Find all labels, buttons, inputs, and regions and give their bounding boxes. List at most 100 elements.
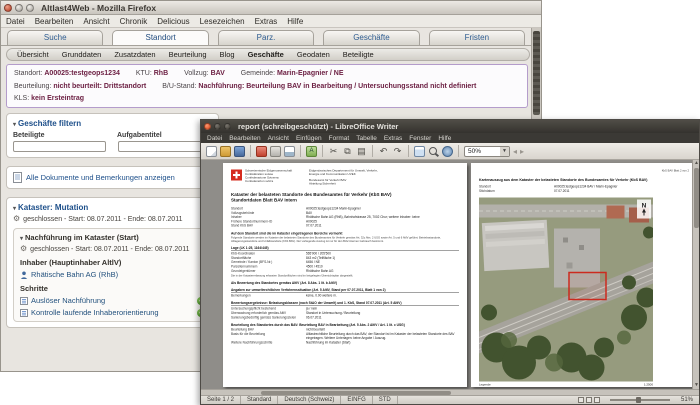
menu-datei[interactable]: Datei	[6, 17, 25, 26]
maximize-button[interactable]	[26, 3, 34, 12]
info-label: Vollzug:	[184, 70, 209, 77]
writer-toolbar: A ✂ ⧉ ▤ ↶ ↷ 50% ▼ ◂ ▸	[201, 143, 699, 160]
scrollbar-thumb[interactable]	[694, 168, 699, 228]
subtab-geodaten[interactable]: Geodaten	[297, 50, 330, 59]
kataster-title[interactable]: ▾ Kataster: Mutation	[13, 203, 212, 212]
forward-arrow-icon[interactable]: ▸	[520, 147, 524, 156]
menu-tabelle[interactable]: Tabelle	[356, 135, 377, 142]
subtab-grunddaten[interactable]: Grunddaten	[62, 50, 102, 59]
subtab-beteiligte[interactable]: Beteiligte	[343, 50, 374, 59]
close-button[interactable]	[204, 123, 211, 130]
menu-hilfe[interactable]: Hilfe	[438, 135, 451, 142]
map-scale: 1:2500	[643, 383, 653, 387]
tab-divider	[1, 45, 541, 46]
undo-icon[interactable]: ↶	[378, 146, 389, 157]
spellcheck-icon[interactable]: A	[306, 145, 317, 157]
zoom-combo[interactable]: 50% ▼	[464, 145, 510, 157]
open-icon[interactable]	[220, 145, 231, 157]
schritte-label: Schritte	[20, 284, 48, 293]
menu-format[interactable]: Format	[329, 135, 350, 142]
menu-ansicht[interactable]: Ansicht	[268, 135, 289, 142]
inhaber-link[interactable]: Rhätische Bahn AG (RhB)	[31, 270, 118, 279]
maximize-button[interactable]	[224, 123, 231, 130]
export-pdf-icon[interactable]	[256, 145, 267, 157]
step-link[interactable]: Auslöser Nachführung	[31, 296, 105, 305]
subtab-blog[interactable]: Blog	[220, 50, 235, 59]
single-page-view-icon[interactable]	[577, 397, 584, 403]
back-arrow-icon[interactable]: ◂	[513, 147, 517, 156]
menu-datei[interactable]: Datei	[207, 135, 222, 142]
filter-box-title[interactable]: ▾ Geschäfte filtern	[13, 119, 212, 128]
aufgabentitel-input[interactable]	[118, 141, 211, 152]
info-value: nicht beurteilt: Drittstandort	[53, 82, 147, 90]
nachfuehrung-title[interactable]: ▾ Nachführung im Kataster (Start)	[20, 233, 205, 242]
paste-icon[interactable]: ▤	[356, 146, 367, 157]
all-documents-link[interactable]: Alle Dokumente und Bemerkungen anzeigen	[26, 173, 175, 182]
subtab-geschaefte[interactable]: Geschäfte	[248, 50, 284, 59]
firefox-titlebar[interactable]: Altlast4Web - Mozilla Firefox	[1, 1, 541, 15]
document-page-2: KbS BAV Blatt 2 von 2 Kartenauszug aus d…	[471, 163, 697, 387]
tab-suche[interactable]: Suche	[7, 30, 104, 45]
print-icon[interactable]	[270, 145, 281, 157]
doc-row: Stand KbS BAV 07.07.2011	[231, 224, 322, 228]
status-selection-mode[interactable]: STD	[373, 396, 398, 404]
left-panel: ▾ Geschäfte filtern Beteiligte Aufgabenti…	[6, 113, 219, 336]
menu-ansicht[interactable]: Ansicht	[83, 17, 109, 26]
doc-section-heading: Auf dem Standort sind die im Kataster ei…	[231, 231, 343, 236]
info-line-2: Beurteilung: nicht beurteilt: Drittstand…	[14, 81, 520, 94]
vertical-scrollbar[interactable]: ▲ ▼	[692, 160, 699, 389]
step-row: Auslöser Nachführung ✓	[20, 296, 205, 305]
navigator-icon[interactable]	[442, 145, 453, 157]
minimize-button[interactable]	[15, 3, 23, 12]
scroll-down-icon[interactable]: ▼	[693, 382, 700, 389]
menu-chronik[interactable]: Chronik	[120, 17, 148, 26]
tab-parzellen[interactable]: Parz.	[217, 30, 315, 45]
doc-paragraph: Die in der Katastererfassung erfassten S…	[231, 274, 354, 278]
menu-hilfe[interactable]: Hilfe	[287, 17, 303, 26]
find-icon[interactable]	[428, 146, 439, 157]
tab-fristen[interactable]: Fristen	[428, 30, 526, 45]
page-preview-icon[interactable]	[284, 145, 295, 157]
scroll-up-icon[interactable]: ▲	[693, 160, 700, 167]
menu-bearbeiten[interactable]: Bearbeiten	[229, 135, 260, 142]
minimize-button[interactable]	[214, 123, 221, 130]
subtab-uebersicht[interactable]: Übersicht	[17, 50, 49, 59]
redo-icon[interactable]: ↷	[392, 146, 403, 157]
writer-titlebar[interactable]: report (schreibgeschützt) - LibreOffice …	[201, 120, 699, 133]
gear-icon: ⚙	[13, 214, 21, 223]
beteiligte-input[interactable]	[13, 141, 106, 152]
book-view-icon[interactable]	[593, 397, 600, 403]
save-icon[interactable]	[234, 145, 245, 157]
status-language[interactable]: Deutsch (Schweiz)	[278, 396, 342, 404]
menu-delicious[interactable]: Delicious	[157, 17, 189, 26]
menu-extras[interactable]: Extras	[255, 17, 278, 26]
status-insert-mode[interactable]: EINFG	[341, 396, 373, 404]
insert-table-icon[interactable]	[414, 145, 425, 157]
doc-section-heading: Angaben zur umweltrechtlichen Verfahrens…	[231, 288, 459, 293]
tab-geschaefte[interactable]: Geschäfte	[323, 30, 420, 45]
step-link[interactable]: Kontrolle laufende Inhaberorientierung	[31, 308, 159, 317]
info-value: Nachführung: Beurteilung BAV in Bearbeit…	[198, 82, 477, 90]
menu-bearbeiten[interactable]: Bearbeiten	[35, 17, 74, 26]
copy-icon[interactable]: ⧉	[342, 146, 353, 157]
cut-icon[interactable]: ✂	[328, 146, 339, 157]
doc-row: Basis für die Beurteilung Altlastrechtlic…	[231, 332, 455, 341]
status-pagestyle[interactable]: Standard	[241, 396, 279, 404]
scrollbar-thumb[interactable]	[533, 31, 540, 115]
subtab-zusatzdaten[interactable]: Zusatzdaten	[114, 50, 155, 59]
subtab-beurteilung[interactable]: Beurteilung	[169, 50, 207, 59]
menu-extras[interactable]: Extras	[384, 135, 402, 142]
zoom-slider[interactable]	[609, 397, 670, 403]
menu-fenster[interactable]: Fenster	[409, 135, 431, 142]
tab-standort[interactable]: Standort	[112, 30, 209, 45]
multi-page-view-icon[interactable]	[585, 397, 592, 403]
status-zoom[interactable]: 51%	[675, 396, 699, 404]
zoom-value: 50%	[468, 147, 482, 155]
department-line: Abteilung Sicherheit	[309, 182, 336, 186]
zoom-slider-knob[interactable]	[635, 397, 641, 403]
new-document-icon[interactable]	[206, 145, 217, 157]
close-button[interactable]	[4, 3, 12, 12]
writer-window: report (schreibgeschützt) - LibreOffice …	[200, 119, 700, 405]
menu-einfuegen[interactable]: Einfügen	[296, 135, 322, 142]
menu-lesezeichen[interactable]: Lesezeichen	[200, 17, 245, 26]
